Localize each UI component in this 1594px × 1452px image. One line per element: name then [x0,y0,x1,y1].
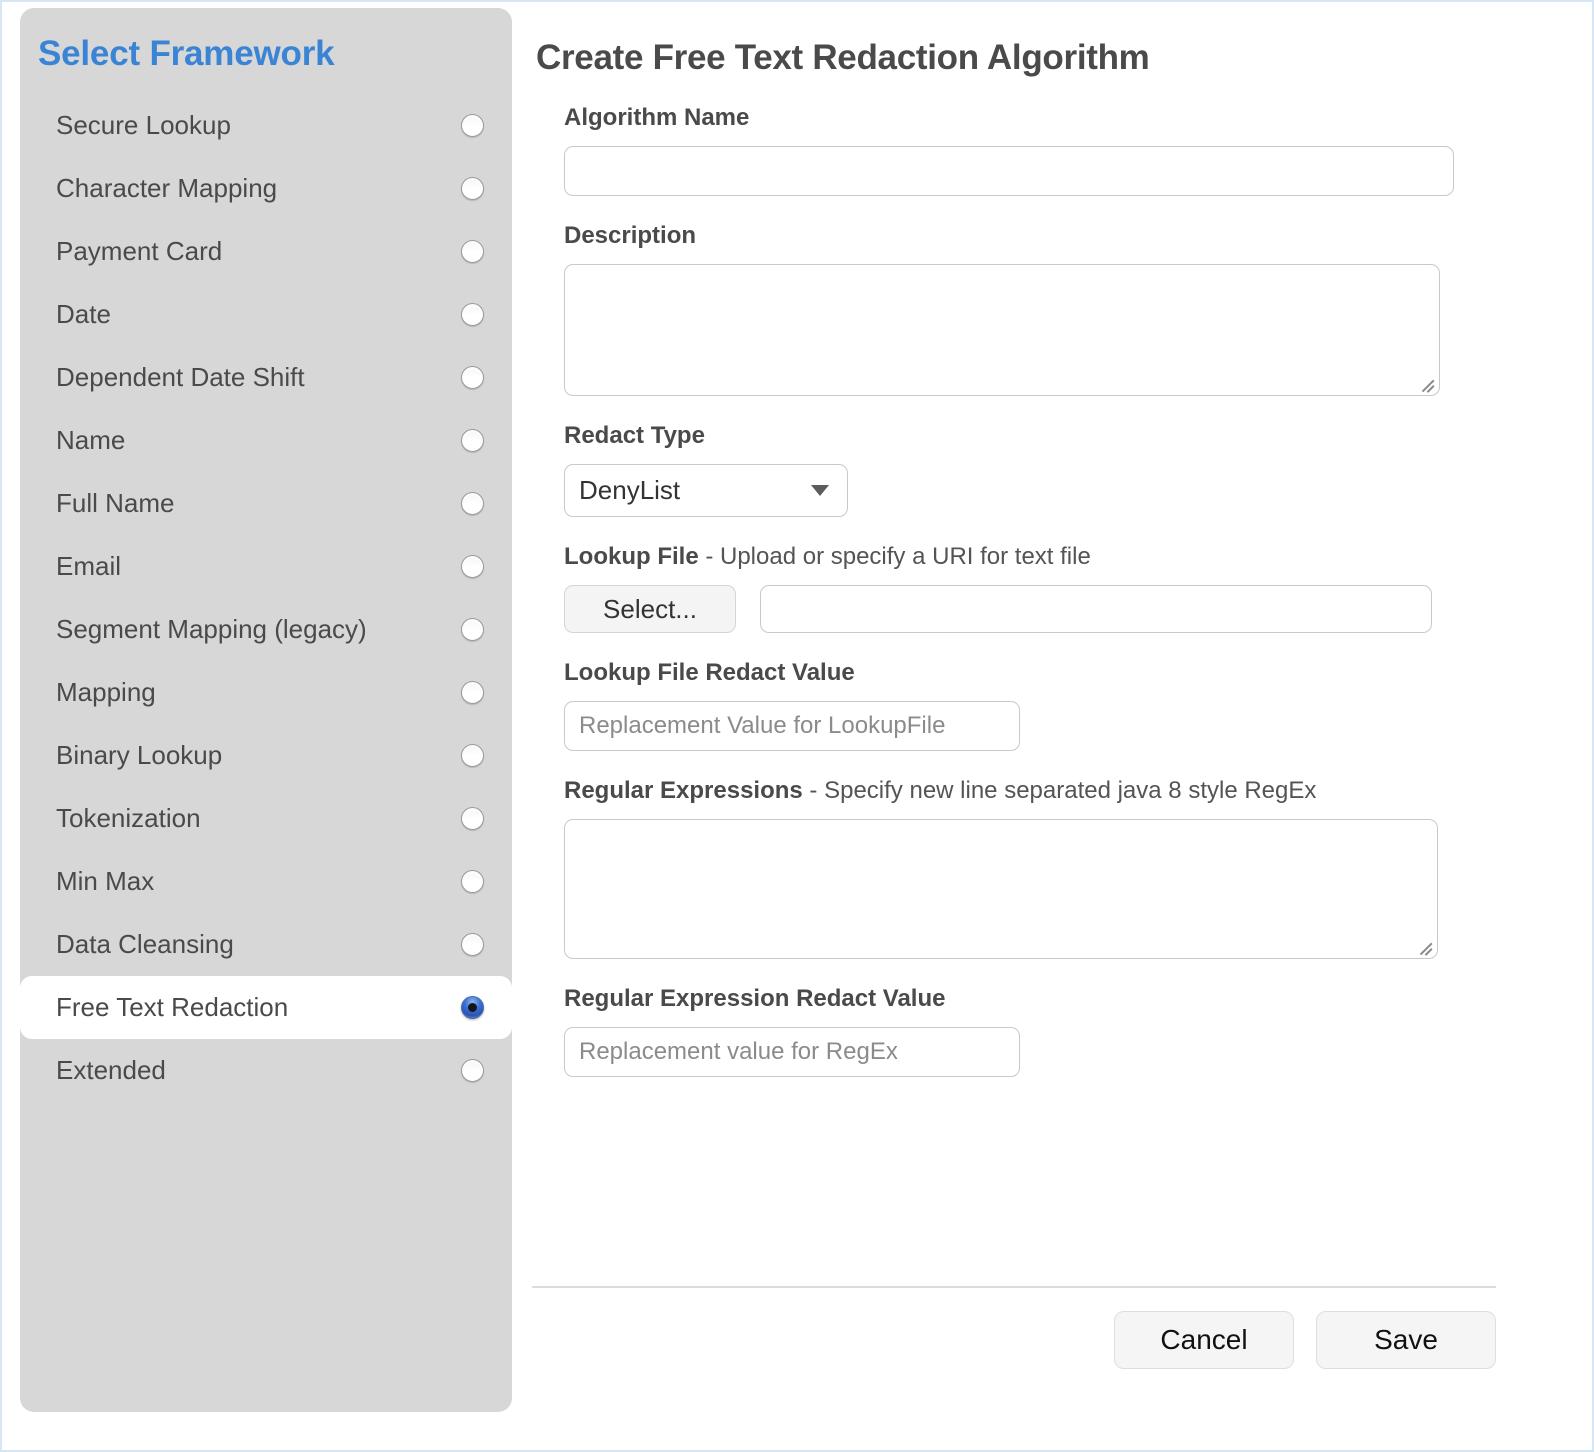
framework-sidebar: Select Framework Secure Lookup Character … [20,8,512,1412]
redact-type-field: Redact Type DenyList [532,422,1572,517]
lookup-file-label: Lookup File - Upload or specify a URI fo… [564,543,1572,571]
radio-button[interactable] [461,681,484,704]
lookup-file-label-light: - Upload or specify a URI for text file [699,543,1091,570]
radio-button[interactable] [461,429,484,452]
sidebar-item-label: Min Max [56,866,461,897]
radio-button[interactable] [461,114,484,137]
description-field: Description [532,222,1572,396]
sidebar-item-label: Payment Card [56,236,461,267]
lookup-file-uri-input[interactable] [760,585,1432,633]
radio-button[interactable] [461,240,484,263]
sidebar-item-label: Segment Mapping (legacy) [56,614,461,645]
radio-button[interactable] [461,618,484,641]
radio-button[interactable] [461,303,484,326]
sidebar-item-min-max[interactable]: Min Max [20,850,512,913]
regex-redact-value-field: Regular Expression Redact Value [532,985,1572,1077]
description-input[interactable] [564,264,1440,396]
radio-button[interactable] [461,870,484,893]
radio-button[interactable] [461,1059,484,1082]
footer-actions: Cancel Save [532,1311,1496,1369]
sidebar-item-dependent-date-shift[interactable]: Dependent Date Shift [20,346,512,409]
regular-expressions-label-light: - Specify new line separated java 8 styl… [803,777,1317,804]
regular-expressions-field: Regular Expressions - Specify new line s… [532,777,1572,959]
redact-type-select[interactable]: DenyList [564,464,848,517]
sidebar-item-character-mapping[interactable]: Character Mapping [20,157,512,220]
sidebar-item-date[interactable]: Date [20,283,512,346]
algorithm-name-label: Algorithm Name [564,104,1572,132]
sidebar-title: Select Framework [20,8,512,74]
radio-button[interactable] [461,177,484,200]
lookup-file-field: Lookup File - Upload or specify a URI fo… [532,543,1572,633]
sidebar-item-payment-card[interactable]: Payment Card [20,220,512,283]
radio-button-checked[interactable] [461,996,484,1019]
sidebar-item-full-name[interactable]: Full Name [20,472,512,535]
lookup-file-redact-value-input[interactable] [564,701,1020,751]
sidebar-item-binary-lookup[interactable]: Binary Lookup [20,724,512,787]
footer-divider [532,1286,1496,1288]
radio-button[interactable] [461,744,484,767]
lookup-file-redact-value-field: Lookup File Redact Value [532,659,1572,751]
regular-expressions-label-bold: Regular Expressions [564,777,803,804]
sidebar-item-label: Secure Lookup [56,110,461,141]
radio-button[interactable] [461,492,484,515]
sidebar-item-label: Full Name [56,488,461,519]
sidebar-item-label: Tokenization [56,803,461,834]
dialog-window: Select Framework Secure Lookup Character … [0,0,1594,1452]
sidebar-item-label: Free Text Redaction [56,992,461,1023]
regex-redact-value-input[interactable] [564,1027,1020,1077]
radio-button[interactable] [461,933,484,956]
chevron-down-icon [811,485,829,496]
sidebar-item-segment-mapping-legacy[interactable]: Segment Mapping (legacy) [20,598,512,661]
algorithm-name-input[interactable] [564,146,1454,196]
sidebar-item-mapping[interactable]: Mapping [20,661,512,724]
page-title: Create Free Text Redaction Algorithm [536,38,1572,78]
lookup-file-redact-value-label: Lookup File Redact Value [564,659,1572,687]
sidebar-item-label: Name [56,425,461,456]
sidebar-item-label: Mapping [56,677,461,708]
sidebar-item-extended[interactable]: Extended [20,1039,512,1102]
regex-redact-value-label: Regular Expression Redact Value [564,985,1572,1013]
sidebar-item-email[interactable]: Email [20,535,512,598]
redact-type-value: DenyList [579,475,811,506]
save-button[interactable]: Save [1316,1311,1496,1369]
select-file-button[interactable]: Select... [564,585,736,633]
sidebar-item-label: Extended [56,1055,461,1086]
sidebar-item-label: Data Cleansing [56,929,461,960]
sidebar-item-tokenization[interactable]: Tokenization [20,787,512,850]
sidebar-item-label: Date [56,299,461,330]
sidebar-item-label: Binary Lookup [56,740,461,771]
sidebar-item-label: Character Mapping [56,173,461,204]
main-panel: Create Free Text Redaction Algorithm Alg… [532,8,1572,1428]
regular-expressions-label: Regular Expressions - Specify new line s… [564,777,1572,805]
sidebar-item-name[interactable]: Name [20,409,512,472]
framework-list: Secure Lookup Character Mapping Payment Ca… [20,94,512,1102]
radio-button[interactable] [461,807,484,830]
algorithm-name-field: Algorithm Name [532,104,1572,196]
lookup-file-row: Select... [564,585,1572,633]
lookup-file-label-bold: Lookup File [564,543,699,570]
sidebar-item-data-cleansing[interactable]: Data Cleansing [20,913,512,976]
sidebar-item-secure-lookup[interactable]: Secure Lookup [20,94,512,157]
sidebar-item-label: Dependent Date Shift [56,362,461,393]
description-label: Description [564,222,1572,250]
sidebar-item-free-text-redaction[interactable]: Free Text Redaction [20,976,512,1039]
sidebar-item-label: Email [56,551,461,582]
cancel-button[interactable]: Cancel [1114,1311,1294,1369]
regular-expressions-input[interactable] [564,819,1438,959]
redact-type-label: Redact Type [564,422,1572,450]
radio-button[interactable] [461,366,484,389]
radio-button[interactable] [461,555,484,578]
